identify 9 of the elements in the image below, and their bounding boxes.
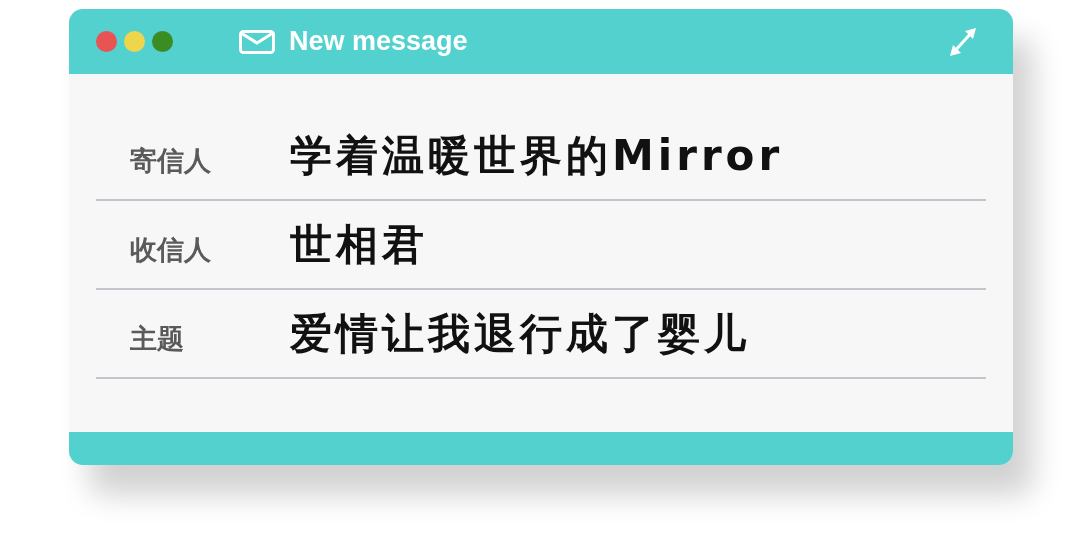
field-value: 爱情让我退行成了婴儿 [290,308,750,360]
envelope-icon [239,29,275,54]
field-label: 主题 [129,322,185,357]
expand-icon[interactable] [949,26,977,57]
field-label: 寄信人 [129,144,212,179]
field-label: 收信人 [129,233,212,268]
window-title: New message [289,25,468,59]
field-value: 学着温暖世界的Mirror [290,130,784,182]
field-value: 世相君 [290,219,428,271]
